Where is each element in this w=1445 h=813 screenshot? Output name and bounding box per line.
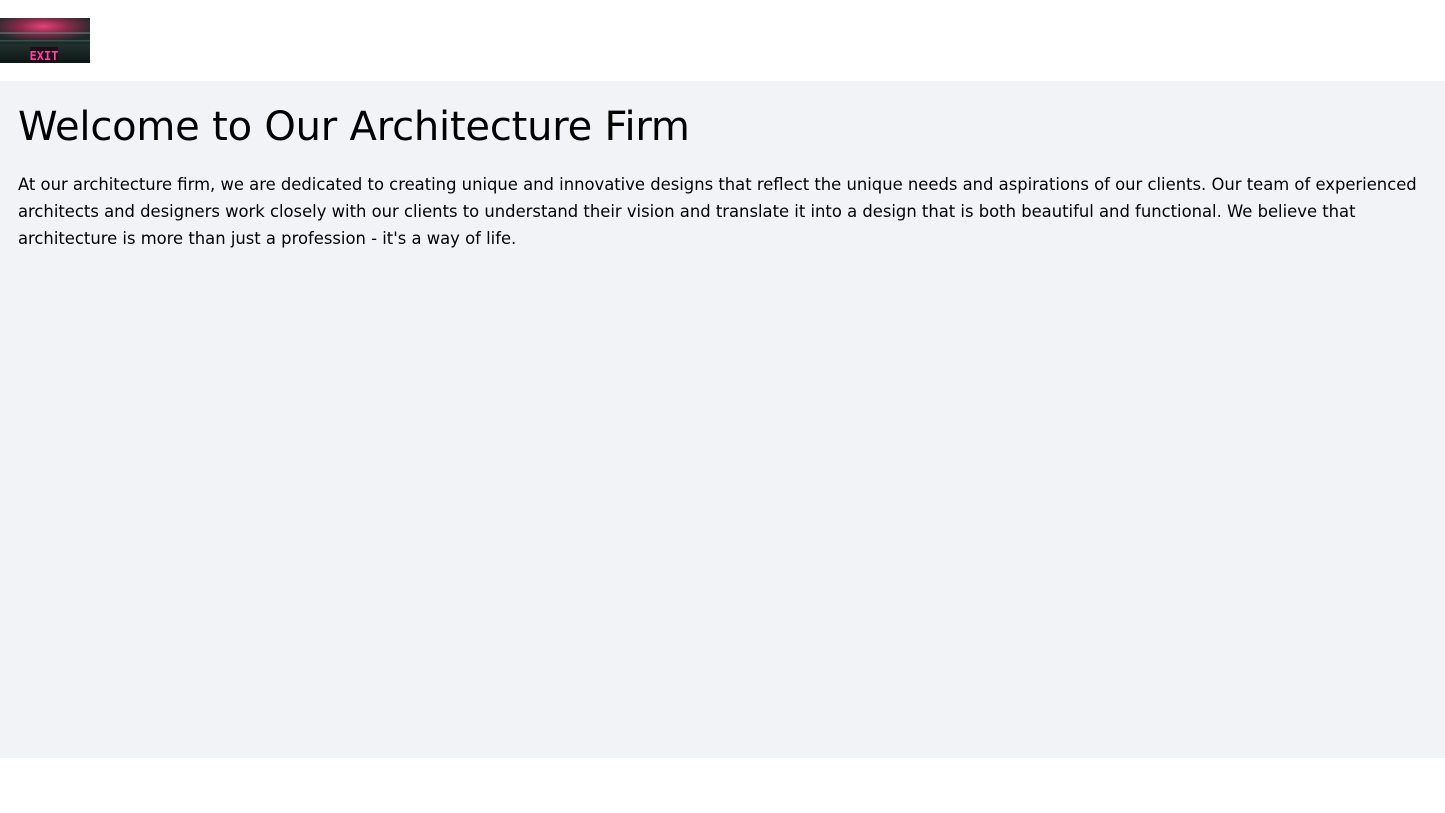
logo-text: EXIT <box>30 49 59 63</box>
intro-paragraph: At our architecture firm, we are dedicat… <box>18 175 1417 248</box>
page-title: Welcome to Our Architecture Firm <box>18 104 690 150</box>
main-content: Welcome to Our Architecture Firm At our … <box>0 81 1445 758</box>
logo-link[interactable]: EXIT <box>0 18 90 63</box>
site-header: EXIT <box>0 0 1445 81</box>
exit-sign-logo-icon: EXIT <box>0 18 90 63</box>
